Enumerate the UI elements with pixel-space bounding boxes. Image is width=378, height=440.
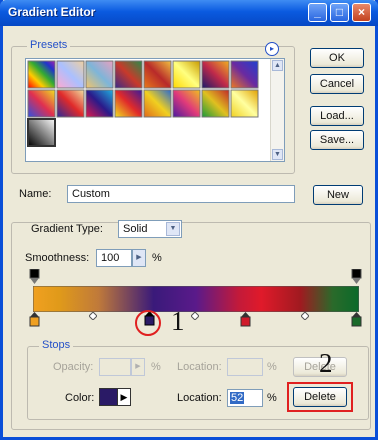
preset-swatch[interactable] (201, 60, 230, 89)
window-title: Gradient Editor (8, 5, 96, 19)
annotation-number-1: 1 (171, 306, 185, 336)
preset-swatch[interactable] (56, 89, 85, 118)
preset-swatch[interactable] (201, 89, 230, 118)
new-button[interactable]: New (313, 185, 363, 205)
color-location-label: Location: (177, 392, 222, 404)
stops-label: Stops (39, 339, 74, 351)
preset-swatch[interactable] (114, 60, 143, 89)
midpoint-diamond-icon[interactable] (89, 312, 97, 320)
name-input[interactable]: Custom (67, 185, 295, 203)
cancel-button[interactable]: Cancel (310, 74, 364, 94)
opacity-location-label: Location: (177, 361, 222, 373)
color-picker-arrow-icon[interactable]: ▶ (117, 389, 130, 405)
preset-swatch[interactable] (172, 60, 201, 89)
preset-swatch[interactable] (143, 60, 172, 89)
annotation-circle-1 (135, 310, 161, 336)
color-swatch-fill (100, 389, 118, 405)
minimize-button[interactable]: _ (308, 3, 327, 22)
load-button[interactable]: Load... (310, 106, 364, 126)
scroll-down-icon[interactable]: ▼ (272, 149, 283, 160)
color-swatch[interactable]: ▶ (99, 388, 131, 406)
color-label: Color: (65, 392, 95, 404)
presets-label: Presets (27, 39, 71, 51)
color-stop-orange[interactable] (29, 312, 41, 328)
preset-swatch[interactable] (56, 60, 85, 89)
midpoint-diamond-icon[interactable] (191, 312, 199, 320)
name-label: Name: (19, 188, 52, 200)
annotation-number-2: 2 (319, 348, 333, 378)
smoothness-unit: % (152, 252, 162, 264)
ok-button[interactable]: OK (310, 48, 364, 68)
gradient-type-label: Gradient Type: (31, 223, 103, 235)
preset-swatch[interactable] (27, 60, 56, 89)
gradient-type-select[interactable]: Solid ▼ (118, 220, 182, 238)
color-stop-red[interactable] (240, 312, 252, 328)
scroll-up-icon[interactable]: ▲ (272, 60, 283, 71)
color-location-value: 52 (230, 392, 245, 404)
midpoint-diamond-icon[interactable] (301, 312, 309, 320)
opacity-arrow-icon[interactable]: ▶ (131, 358, 145, 376)
color-location-unit: % (267, 392, 277, 404)
preset-swatch[interactable] (85, 60, 114, 89)
save-button[interactable]: Save... (310, 130, 364, 150)
opacity-label: Opacity: (53, 361, 94, 373)
preset-swatch[interactable] (27, 89, 56, 118)
preset-row-1[interactable] (27, 60, 259, 89)
opacity-input[interactable] (99, 358, 131, 376)
preset-swatch[interactable] (230, 89, 259, 118)
smoothness-label: Smoothness: (25, 252, 90, 264)
preset-swatch[interactable] (172, 89, 201, 118)
presets-scrollbar[interactable]: ▲ ▼ (270, 59, 284, 161)
presets-grid: ▲ ▼ (25, 58, 285, 162)
opacity-unit: % (151, 361, 161, 373)
title-bar[interactable]: Gradient Editor _ □ × (0, 0, 378, 26)
color-location-input[interactable]: 52 (227, 389, 263, 407)
preset-swatches[interactable] (26, 59, 284, 161)
chevron-down-icon[interactable]: ▼ (166, 222, 180, 236)
smoothness-input[interactable]: 100 (96, 249, 132, 267)
preset-row-2[interactable] (27, 89, 259, 118)
gradient-preview-bar[interactable] (33, 286, 359, 312)
maximize-button[interactable]: □ (330, 3, 349, 22)
close-button[interactable]: × (352, 3, 371, 22)
preset-swatch[interactable] (114, 89, 143, 118)
gradient-type-value: Solid (123, 223, 148, 235)
presets-menu-button[interactable]: ▸ (265, 42, 279, 56)
preset-swatch[interactable] (143, 89, 172, 118)
preset-swatch[interactable] (230, 60, 259, 89)
smoothness-arrow-icon[interactable]: ▶ (132, 249, 146, 267)
delete-button[interactable]: Delete (293, 387, 347, 407)
preset-swatch-black-white[interactable] (27, 118, 56, 147)
gradient-editor-window: Gradient Editor _ □ × Presets ▸ ▲ ▼ OK C… (0, 0, 378, 440)
opacity-location-unit: % (267, 361, 277, 373)
color-stop-green[interactable] (351, 312, 363, 328)
opacity-location-input[interactable] (227, 358, 263, 376)
opacity-stop-left[interactable] (29, 269, 41, 287)
opacity-stop-right[interactable] (351, 269, 363, 287)
preset-swatch[interactable] (85, 89, 114, 118)
